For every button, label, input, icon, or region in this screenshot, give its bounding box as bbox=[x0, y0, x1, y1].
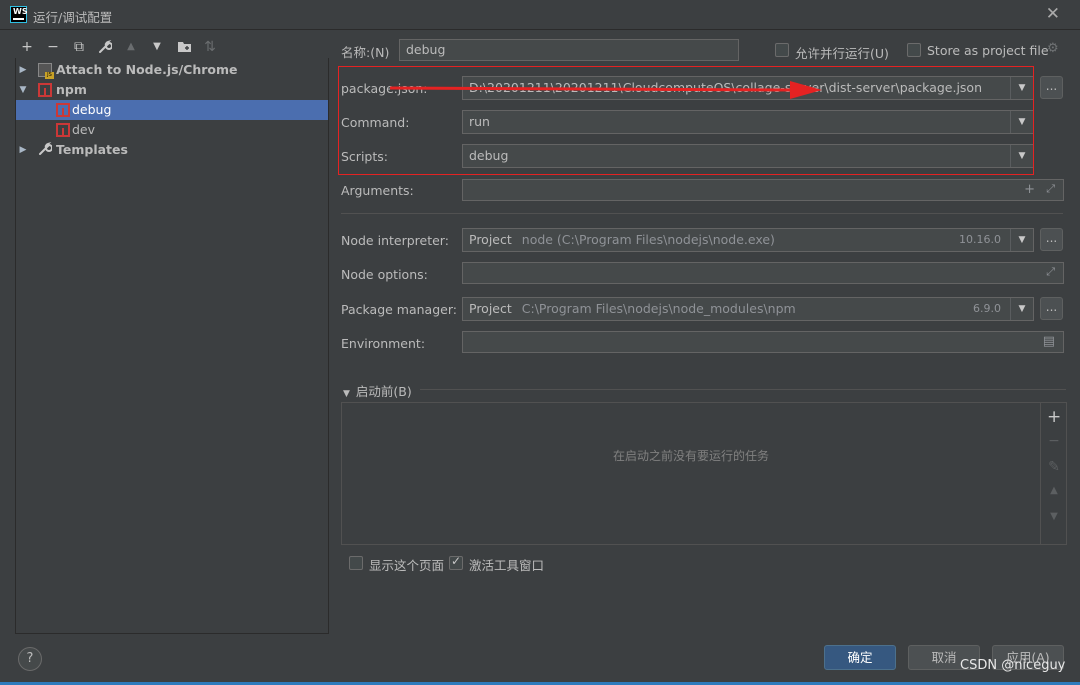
package-manager-path: C:\Program Files\nodejs\node_modules\npm bbox=[521, 301, 796, 316]
webstorm-logo-icon: WS bbox=[10, 6, 28, 23]
store-as-project-checkbox[interactable] bbox=[907, 43, 921, 57]
scripts-value: debug bbox=[469, 148, 509, 163]
sort-icon[interactable]: ⇅ bbox=[199, 36, 221, 58]
package-manager-version: 6.9.0 bbox=[973, 302, 1001, 315]
add-config-icon[interactable]: + bbox=[16, 36, 38, 58]
command-label: Command: bbox=[341, 115, 410, 130]
expand-arrow-icon[interactable]: ▶ bbox=[18, 60, 28, 80]
apply-button[interactable]: 应用(A) bbox=[992, 645, 1064, 670]
npm-icon bbox=[38, 83, 52, 97]
name-input[interactable]: debug bbox=[399, 39, 739, 61]
new-folder-icon[interactable] bbox=[173, 36, 195, 58]
before-launch-header[interactable]: ▼ 启动前(B) bbox=[343, 381, 412, 400]
remove-config-icon[interactable]: − bbox=[42, 36, 64, 58]
move-task-down-icon[interactable]: ▼ bbox=[1047, 511, 1061, 522]
tree-item-label: Templates bbox=[56, 142, 128, 157]
copy-config-icon[interactable]: ⧉ bbox=[68, 36, 90, 58]
command-combo[interactable]: run ▼ bbox=[462, 110, 1034, 134]
window-title: 运行/调试配置 bbox=[33, 10, 113, 25]
allow-parallel-label[interactable]: 允许并行运行(U) bbox=[795, 43, 889, 62]
show-page-label[interactable]: 显示这个页面 bbox=[369, 555, 444, 574]
tree-item-label: debug bbox=[72, 102, 112, 117]
environment-label: Environment: bbox=[341, 336, 426, 351]
expand-arrow-icon[interactable]: ▶ bbox=[18, 140, 28, 160]
npm-icon bbox=[56, 103, 70, 117]
package-manager-browse-button[interactable]: ... bbox=[1040, 297, 1063, 320]
wrench-icon bbox=[38, 142, 53, 156]
collapse-arrow-icon[interactable]: ▼ bbox=[18, 80, 28, 100]
activate-tool-window-checkbox[interactable] bbox=[449, 554, 463, 570]
move-down-icon[interactable]: ▼ bbox=[146, 36, 168, 58]
store-as-project-label[interactable]: Store as project file bbox=[927, 43, 1049, 58]
tree-item-label: npm bbox=[56, 82, 87, 97]
chevron-down-icon[interactable]: ▼ bbox=[1010, 229, 1033, 251]
package-json-combo[interactable]: D:\20201211\20201211\CloudcomputeOS\coll… bbox=[462, 76, 1034, 100]
help-button[interactable]: ? bbox=[18, 647, 42, 671]
separator bbox=[341, 213, 1063, 214]
package-manager-scope: Project bbox=[469, 301, 512, 316]
package-manager-label: Package manager: bbox=[341, 302, 457, 317]
before-launch-task-list[interactable]: 在启动之前没有要运行的任务 bbox=[341, 402, 1041, 545]
node-interpreter-scope: Project bbox=[469, 232, 512, 247]
separator bbox=[420, 389, 1066, 390]
tree-item-label: dev bbox=[72, 122, 96, 137]
move-up-icon[interactable]: ▲ bbox=[120, 36, 142, 58]
show-page-checkbox[interactable] bbox=[349, 556, 363, 570]
chevron-down-icon[interactable]: ▼ bbox=[1010, 145, 1033, 167]
wrench-icon[interactable] bbox=[94, 36, 116, 58]
name-label: 名称:(N) bbox=[341, 45, 390, 60]
node-interpreter-combo[interactable]: Project node (C:\Program Files\nodejs\no… bbox=[462, 228, 1034, 252]
chevron-down-icon[interactable]: ▼ bbox=[1010, 77, 1033, 99]
tree-item-label: Attach to Node.js/Chrome bbox=[56, 62, 238, 77]
expand-icon[interactable]: ⤢ bbox=[1046, 182, 1055, 196]
config-tree: ▶ JS Attach to Node.js/Chrome ▼ npm debu… bbox=[15, 58, 329, 634]
node-interpreter-browse-button[interactable]: ... bbox=[1040, 228, 1063, 251]
empty-task-text: 在启动之前没有要运行的任务 bbox=[612, 449, 769, 463]
scripts-label: Scripts: bbox=[341, 149, 388, 164]
allow-parallel-checkbox[interactable] bbox=[775, 43, 789, 57]
gear-icon[interactable]: ⚙ bbox=[1047, 41, 1059, 56]
activate-tool-window-label[interactable]: 激活工具窗口 bbox=[469, 555, 544, 574]
chevron-down-icon[interactable]: ▼ bbox=[1010, 298, 1033, 320]
arguments-label: Arguments: bbox=[341, 183, 414, 198]
npm-icon bbox=[56, 123, 70, 137]
arguments-input[interactable]: + ⤢ bbox=[462, 179, 1064, 201]
node-options-input[interactable]: ⤢ bbox=[462, 262, 1064, 284]
close-icon[interactable]: ✕ bbox=[1046, 4, 1060, 24]
remove-task-icon[interactable]: − bbox=[1047, 433, 1061, 449]
move-task-up-icon[interactable]: ▲ bbox=[1047, 485, 1061, 496]
package-json-browse-button[interactable]: ... bbox=[1040, 76, 1063, 99]
add-task-icon[interactable]: + bbox=[1047, 407, 1061, 427]
environment-input[interactable]: ▤ bbox=[462, 331, 1064, 353]
tree-item-templates[interactable]: ▶ Templates bbox=[16, 140, 328, 160]
package-manager-combo[interactable]: Project C:\Program Files\nodejs\node_mod… bbox=[462, 297, 1034, 321]
tree-item-attach-node-chrome[interactable]: ▶ JS Attach to Node.js/Chrome bbox=[16, 60, 328, 80]
task-toolbar: + − ✎ ▲ ▼ bbox=[1041, 402, 1067, 545]
cancel-button[interactable]: 取消 bbox=[908, 645, 980, 670]
package-json-value: D:\20201211\20201211\CloudcomputeOS\coll… bbox=[469, 80, 983, 95]
collapse-arrow-icon[interactable]: ▼ bbox=[343, 389, 350, 399]
command-value: run bbox=[469, 114, 490, 129]
node-interpreter-path: node (C:\Program Files\nodejs\node.exe) bbox=[521, 232, 775, 247]
package-json-label: package.json: bbox=[341, 81, 428, 96]
chevron-down-icon[interactable]: ▼ bbox=[1010, 111, 1033, 133]
node-options-label: Node options: bbox=[341, 267, 428, 282]
node-chrome-icon: JS bbox=[38, 63, 54, 79]
node-interpreter-label: Node interpreter: bbox=[341, 233, 449, 248]
tree-item-npm[interactable]: ▼ npm bbox=[16, 80, 328, 100]
scripts-combo[interactable]: debug ▼ bbox=[462, 144, 1034, 168]
add-icon[interactable]: + bbox=[1024, 182, 1035, 197]
node-version: 10.16.0 bbox=[959, 233, 1001, 246]
tree-item-dev[interactable]: dev bbox=[16, 120, 328, 140]
document-icon[interactable]: ▤ bbox=[1043, 334, 1055, 349]
before-launch-label: 启动前(B) bbox=[355, 384, 412, 399]
title-bar: WS 运行/调试配置 ✕ bbox=[0, 0, 1080, 30]
edit-task-icon[interactable]: ✎ bbox=[1047, 459, 1061, 475]
tree-item-debug[interactable]: debug bbox=[16, 100, 328, 120]
ok-button[interactable]: 确定 bbox=[824, 645, 896, 670]
expand-icon[interactable]: ⤢ bbox=[1046, 265, 1055, 279]
